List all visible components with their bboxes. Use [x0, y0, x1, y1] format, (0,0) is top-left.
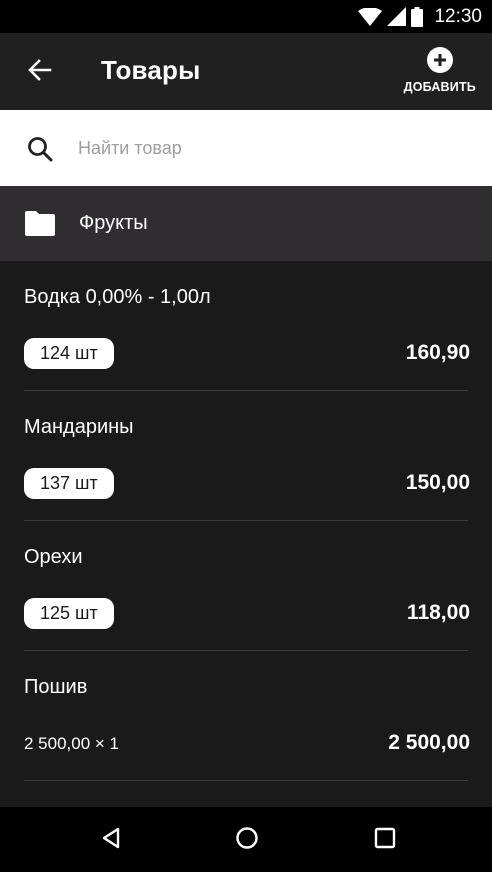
category-folder-row[interactable]: Фрукты — [0, 186, 492, 261]
quantity-badge: 124 шт — [24, 338, 114, 369]
signal-icon — [387, 7, 407, 26]
nav-recents-button[interactable] — [370, 827, 400, 853]
nav-back-button[interactable] — [96, 827, 126, 853]
product-price: 2 500,00 — [388, 731, 470, 754]
divider — [24, 780, 468, 781]
navigation-bar — [0, 807, 492, 872]
product-price: 118,00 — [406, 601, 470, 624]
product-name: Орехи — [24, 546, 83, 568]
product-row[interactable]: Орехи 125 шт 118,00 — [0, 521, 492, 651]
nav-recents-icon — [374, 827, 396, 854]
folder-icon — [25, 210, 55, 241]
quantity-badge: 137 шт — [24, 468, 114, 499]
product-price: 160,90 — [405, 341, 470, 364]
nav-back-icon — [101, 827, 121, 854]
product-row[interactable]: Мандарины 137 шт 150,00 — [0, 391, 492, 521]
nav-home-button[interactable] — [232, 826, 262, 855]
nav-home-icon — [235, 826, 259, 855]
page-title: Товары — [101, 55, 201, 85]
product-list: Водка 0,00% - 1,00л 124 шт 160,90 Мандар… — [0, 261, 492, 781]
product-name: Водка 0,00% - 1,00л — [24, 286, 211, 308]
app-bar: Товары ДОБАВИТЬ — [0, 33, 492, 110]
product-name: Мандарины — [24, 416, 134, 438]
search-icon — [27, 136, 53, 162]
arrow-back-icon — [28, 58, 52, 86]
add-circle-icon — [426, 47, 453, 73]
product-row[interactable]: Водка 0,00% - 1,00л 124 шт 160,90 — [0, 261, 492, 391]
product-price: 150,00 — [405, 471, 470, 494]
wifi-icon — [358, 7, 383, 26]
add-button-label: ДОБАВИТЬ — [403, 80, 476, 94]
status-time: 12:30 — [434, 5, 482, 27]
category-label: Фрукты — [79, 212, 148, 234]
price-detail: 2 500,00 × 1 — [24, 734, 120, 753]
status-bar: 12:30 — [0, 0, 492, 33]
add-product-button[interactable]: ДОБАВИТЬ — [404, 47, 476, 94]
battery-icon — [411, 6, 424, 27]
product-name: Пошив — [24, 676, 88, 698]
search-bar — [0, 110, 492, 186]
quantity-badge: 125 шт — [24, 598, 114, 629]
search-input[interactable] — [78, 130, 468, 166]
back-button[interactable] — [22, 57, 58, 87]
product-row[interactable]: Пошив 2 500,00 × 1 2 500,00 — [0, 651, 492, 781]
